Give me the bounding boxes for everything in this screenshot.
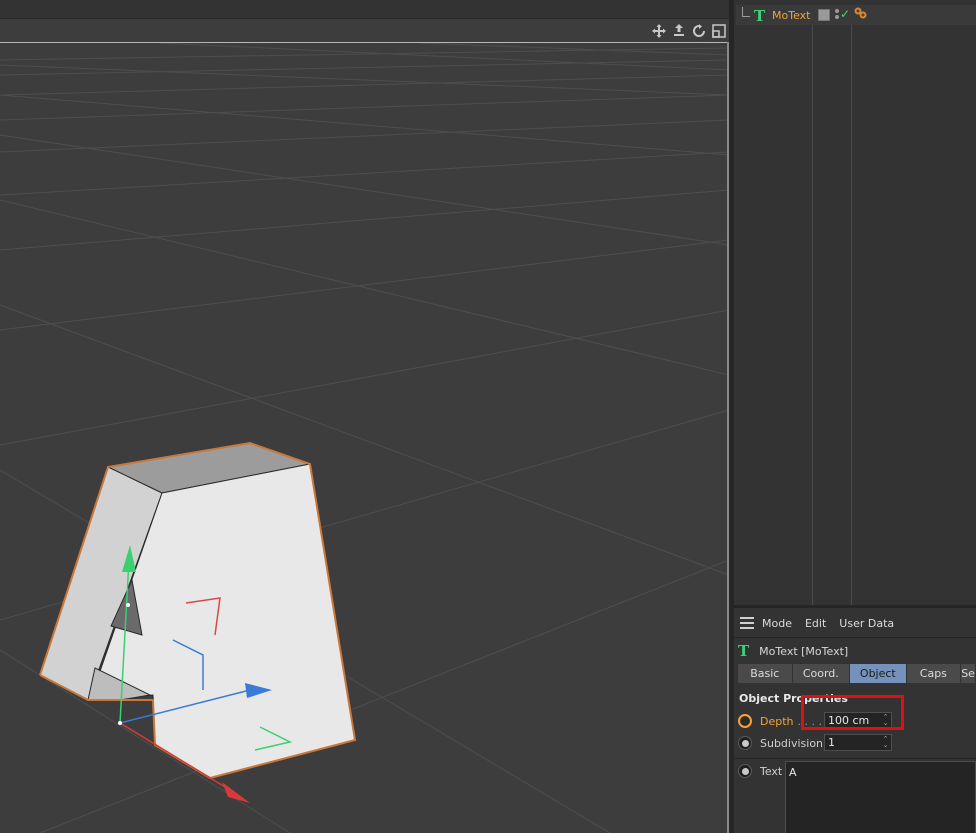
viewport-frame-top <box>0 42 729 43</box>
layer-icon[interactable] <box>818 9 830 21</box>
motext-object-icon: T <box>754 7 766 25</box>
tree-branch-line <box>742 7 750 17</box>
move-view-icon[interactable] <box>651 23 667 39</box>
viewport-scene[interactable] <box>0 0 729 833</box>
depth-keyframe-toggle[interactable] <box>738 714 752 728</box>
depth-label: Depth <box>760 714 794 728</box>
menu-mode[interactable]: Mode <box>762 617 792 630</box>
maximize-view-icon[interactable] <box>711 23 727 39</box>
depth-value: 100 cm <box>828 714 870 727</box>
menu-edit[interactable]: Edit <box>805 617 826 630</box>
menu-user-data[interactable]: User Data <box>839 617 894 630</box>
divider <box>734 637 976 638</box>
divider <box>734 758 976 759</box>
depth-dots: . . . . <box>797 714 822 728</box>
subdivision-keyframe-toggle[interactable] <box>738 736 752 750</box>
zoom-view-icon[interactable] <box>671 23 687 39</box>
attribute-manager: Mode Edit User Data T MoText [MoText] Ba… <box>734 605 976 833</box>
attribute-object-title: T MoText [MoText] <box>738 641 848 661</box>
rotate-view-icon[interactable] <box>691 23 707 39</box>
viewport-menubar <box>0 0 729 19</box>
text-row: Text <box>738 762 788 780</box>
subdivision-stepper[interactable]: ⌃ ⌄ <box>882 736 889 749</box>
attribute-menubar: Mode Edit User Data <box>734 613 976 633</box>
letter-a-object <box>39 441 357 780</box>
object-title: MoText [MoText] <box>759 644 849 658</box>
object-name[interactable]: MoText <box>772 9 810 22</box>
depth-row: Depth . . . . 100 cm ⌃ ⌄ <box>738 712 976 730</box>
tag-icon[interactable] <box>854 7 868 21</box>
3d-viewport[interactable] <box>0 0 729 833</box>
object-row-motext[interactable]: T MoText ✓ <box>736 5 976 25</box>
attribute-tabs: Basic Coord. Object Caps Se <box>738 664 976 683</box>
tab-caps[interactable]: Caps <box>906 664 961 683</box>
subdivision-value: 1 <box>828 736 835 749</box>
hamburger-menu-icon[interactable] <box>740 617 754 629</box>
subdivision-row: Subdivision 1 ⌃ ⌄ <box>738 734 976 752</box>
column-divider <box>851 24 852 605</box>
floor-grid <box>0 42 729 833</box>
subdivision-field[interactable]: 1 ⌃ ⌄ <box>824 734 892 751</box>
gizmo-origin <box>118 721 122 725</box>
depth-field[interactable]: 100 cm ⌃ ⌄ <box>824 712 892 729</box>
object-manager: T MoText ✓ <box>734 0 976 605</box>
text-input[interactable]: A <box>785 761 976 833</box>
subdivision-label: Subdivision <box>760 736 824 750</box>
section-heading: Object Properties <box>739 692 848 705</box>
tab-coord[interactable]: Coord. <box>792 664 850 683</box>
tab-basic[interactable]: Basic <box>738 664 792 683</box>
text-keyframe-toggle[interactable] <box>738 764 752 778</box>
motext-object-icon: T <box>738 642 750 660</box>
tab-object[interactable]: Object <box>850 664 906 683</box>
tab-select[interactable]: Se <box>961 664 975 683</box>
depth-stepper[interactable]: ⌃ ⌄ <box>882 714 889 727</box>
column-divider <box>812 24 813 605</box>
text-label: Text <box>760 764 783 778</box>
viewport-navigation <box>651 23 727 39</box>
enabled-check-icon[interactable]: ✓ <box>840 7 850 21</box>
